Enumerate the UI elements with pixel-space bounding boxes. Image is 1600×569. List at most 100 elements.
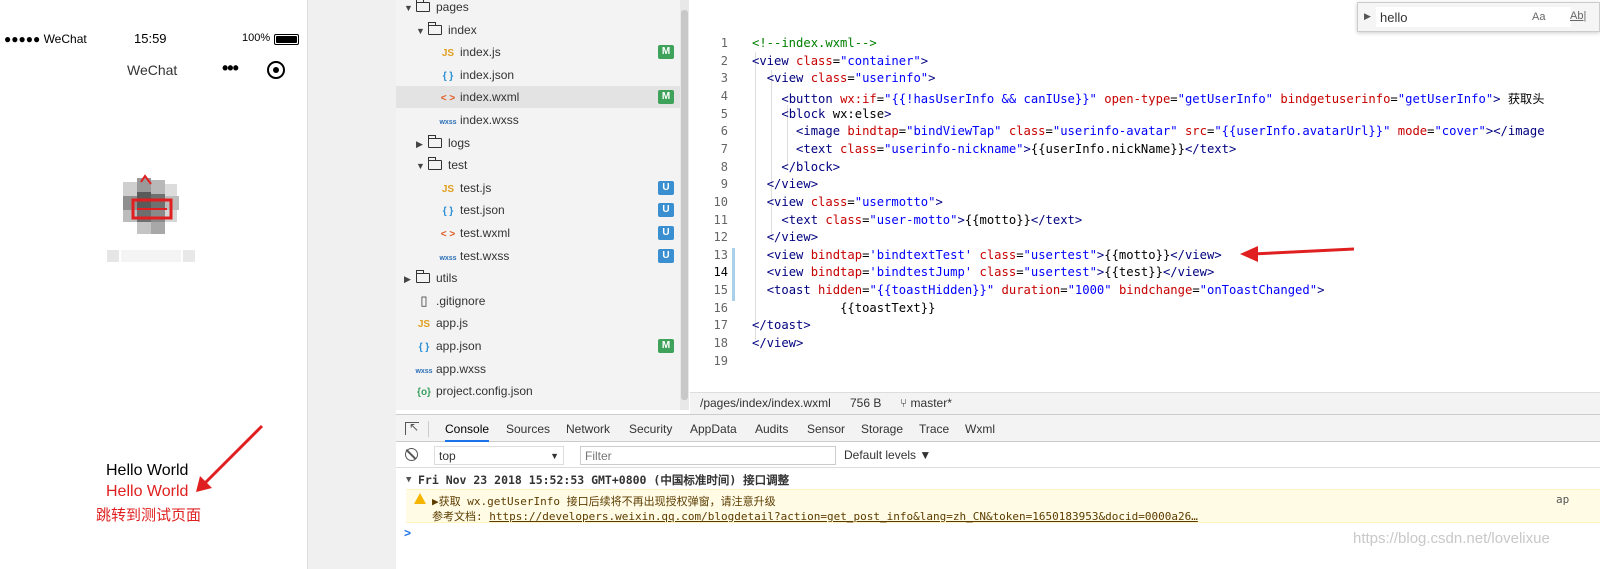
expanded-triangle-icon[interactable]: ▼ (404, 0, 416, 19)
log-levels-dropdown[interactable]: Default levels ▼ (844, 448, 931, 462)
collapse-triangle-icon[interactable]: ▼ (406, 471, 411, 489)
code-line[interactable]: <toast hidden = "{{toastHidden}}" duration… (752, 283, 1325, 298)
file-path: /pages/index/index.wxml (700, 396, 831, 410)
code-token: open-type (1096, 91, 1171, 106)
config-file-icon: {o} (417, 387, 431, 399)
inspect-element-icon[interactable] (405, 420, 419, 435)
tree-item-test-js[interactable]: JS test.js U (396, 177, 680, 199)
code-line[interactable]: <text class="userinfo-nickname">{{userIn… (752, 142, 1236, 156)
expand-replace-icon[interactable]: ▶ (1364, 11, 1371, 22)
code-token: "1000" (1067, 283, 1112, 298)
user-avatar[interactable] (115, 172, 185, 244)
tab-appdata[interactable]: AppData (690, 415, 737, 442)
code-token: "userinfo-nickname" (884, 141, 1024, 156)
code-line[interactable]: <block wx:else> (752, 107, 891, 121)
tab-trace[interactable]: Trace (919, 415, 949, 442)
clear-console-icon[interactable] (405, 448, 418, 461)
code-line[interactable]: <view bindtap='bindtextTest' class="user… (752, 248, 1222, 262)
collapsed-triangle-icon[interactable]: ▶ (416, 133, 428, 155)
tree-item-utils[interactable]: ▶ utils (396, 267, 680, 289)
tree-item-test-json[interactable]: { } test.json U (396, 199, 680, 221)
modified-badge: M (658, 45, 674, 60)
console-group-message[interactable]: ▼ Fri Nov 23 2018 15:52:53 GMT+0800 (中国标… (396, 471, 1600, 489)
code-line[interactable]: <text class="user-motto">{{motto}}</text… (752, 213, 1082, 227)
json-file-icon: { } (418, 342, 430, 353)
code-token: "usertest" (1023, 265, 1097, 280)
match-word-toggle[interactable]: Ab| (1570, 10, 1586, 22)
code-line[interactable]: </block> (752, 160, 840, 174)
code-line[interactable]: <view class="container"> (752, 54, 928, 68)
tab-wxml[interactable]: Wxml (965, 415, 995, 442)
tab-security[interactable]: Security (629, 415, 672, 442)
code-line[interactable]: <view class="userinfo"> (752, 71, 936, 86)
tree-item-project-config-json[interactable]: {o} project.config.json (396, 380, 680, 402)
tree-item-gitignore[interactable]: ▯ .gitignore (396, 290, 680, 312)
code-line[interactable]: <button wx:if="{{!hasUserInfo && canIUse… (752, 89, 1544, 107)
tree-scrollbar-thumb[interactable] (681, 10, 688, 400)
tree-item-app-js[interactable]: JS app.js (396, 312, 680, 334)
untracked-badge: U (658, 248, 674, 263)
tree-item-pages[interactable]: ▼ pages (396, 0, 680, 18)
tree-item-logs[interactable]: ▶ logs (396, 132, 680, 154)
expanded-triangle-icon[interactable]: ▼ (416, 155, 428, 177)
tab-sources[interactable]: Sources (506, 415, 550, 442)
collapsed-triangle-icon[interactable]: ▶ (404, 268, 416, 290)
code-line[interactable]: <view bindtap='bindtestJump' class="user… (752, 265, 1215, 280)
code-line[interactable]: {{toastText}} (752, 301, 935, 315)
tab-storage[interactable]: Storage (861, 415, 903, 442)
tree-item-index-wxml[interactable]: < > index.wxml M (396, 86, 680, 109)
tree-item-index-json[interactable]: { } index.json (396, 64, 680, 86)
code-token: = (876, 141, 885, 156)
close-target-icon[interactable] (267, 61, 285, 79)
code-line[interactable]: </toast> (752, 318, 811, 332)
code-line[interactable]: </view> (752, 230, 818, 244)
tree-item-index-js[interactable]: JS index.js M (396, 41, 680, 63)
console-filter-input[interactable] (580, 446, 836, 465)
code-line[interactable]: <image bindtap="bindViewTap" class="user… (752, 124, 1545, 138)
tree-item-label: test.wxss (460, 248, 510, 263)
git-branch[interactable]: ⑂ master* (900, 393, 952, 414)
code-line[interactable]: </view> (752, 336, 803, 350)
code-line[interactable]: </view> (752, 177, 818, 191)
warning-icon (414, 493, 426, 504)
tab-sensor[interactable]: Sensor (807, 415, 845, 442)
hello-world-text-red[interactable]: Hello World (106, 483, 188, 501)
line-number: 19 (713, 353, 728, 368)
line-number: 4 (720, 88, 728, 103)
tree-item-app-json[interactable]: { } app.json M (396, 335, 680, 357)
hello-world-text[interactable]: Hello World (106, 462, 188, 480)
jump-to-test-link[interactable]: 跳转到测试页面 (96, 504, 201, 525)
code-line[interactable]: <!--index.wxml--> (752, 36, 877, 50)
match-case-toggle[interactable]: Aa (1532, 11, 1545, 23)
tree-item-index[interactable]: ▼ index (396, 19, 680, 41)
tree-item-test-wxml[interactable]: < > test.wxml U (396, 222, 680, 244)
tab-console[interactable]: Console (445, 415, 490, 442)
code-line[interactable]: <view class="usermotto"> (752, 195, 943, 209)
tab-network[interactable]: Network (566, 415, 610, 442)
code-token: "bindViewTap" (906, 124, 1002, 139)
code-token: > (832, 159, 841, 174)
code-token: mode (1390, 124, 1428, 139)
status-bar: ●●●●● WeChat 15:59 100% (0, 30, 308, 50)
devtools-tabbar: Console Sources Network Security AppData Audi… (396, 415, 1600, 442)
console-prompt[interactable]: > (404, 526, 411, 540)
context-select[interactable]: top ▼ (434, 446, 564, 465)
code-token: > (1206, 265, 1215, 280)
code-token: "userinfo" (854, 71, 929, 86)
code-editor[interactable]: 1 <!--index.wxml--> 2 <view class="containe… (690, 0, 1600, 392)
tree-item-label: app.json (436, 339, 482, 353)
code-token: > (1023, 141, 1031, 156)
tree-item-label: .gitignore (436, 293, 486, 308)
tree-item-index-wxss[interactable]: wxss index.wxss (396, 109, 680, 131)
tree-item-test-wxss[interactable]: wxss test.wxss U (396, 245, 680, 267)
tree-item-app-wxss[interactable]: wxss app.wxss (396, 358, 680, 380)
tree-item-test[interactable]: ▼ test (396, 154, 680, 176)
more-dots-icon[interactable]: ••• (222, 58, 239, 79)
warning-text[interactable]: ▶获取 wx.getUserInfo 接口后续将不再出现授权弹窗，请注意升级 (432, 493, 776, 509)
expanded-triangle-icon[interactable]: ▼ (416, 20, 428, 42)
warning-source[interactable]: ap (1556, 493, 1569, 506)
tab-audits[interactable]: Audits (755, 415, 788, 442)
doc-link[interactable]: https://developers.weixin.qq.com/blogdet… (489, 510, 1198, 523)
line-number: 8 (720, 159, 728, 174)
code-token: {{motto}} (1104, 247, 1171, 262)
